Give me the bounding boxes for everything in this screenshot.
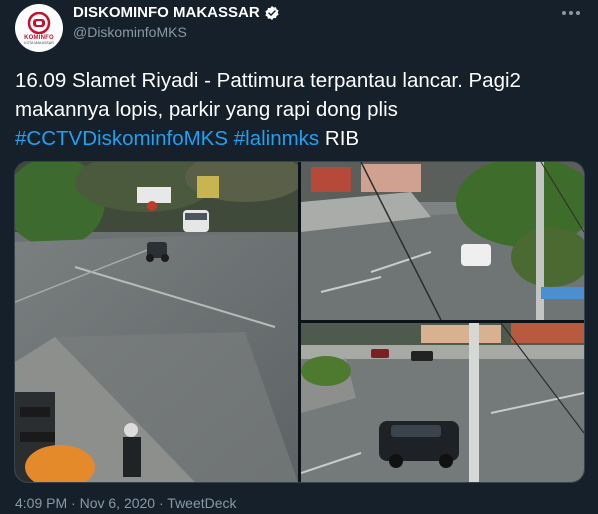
tweet-text-body: 16.09 Slamet Riyadi - Pattimura terpanta… bbox=[15, 69, 521, 121]
tweet-meta: 4:09 PM · Nov 6, 2020 · TweetDeck bbox=[15, 495, 237, 511]
hashtag-link[interactable]: #CCTVDiskominfoMKS bbox=[15, 127, 228, 150]
author-handle[interactable]: @DiskominfoMKS bbox=[73, 24, 280, 40]
more-options-icon[interactable] bbox=[560, 2, 582, 24]
media-grid bbox=[14, 161, 585, 483]
avatar[interactable]: KOMINFO KOTA MAKASSAR bbox=[15, 4, 63, 52]
cctv-photo-bottom-right[interactable] bbox=[301, 323, 584, 482]
meta-separator: · bbox=[67, 495, 80, 511]
meta-separator: · bbox=[155, 495, 168, 511]
cctv-photo-left[interactable] bbox=[15, 162, 298, 482]
verified-badge-icon bbox=[264, 5, 280, 21]
avatar-logo-subtext: KOTA MAKASSAR bbox=[24, 40, 54, 45]
tweet-text-suffix: RIB bbox=[324, 127, 360, 150]
tweet-card: KOMINFO KOTA MAKASSAR DISKOMINFO MAKASSA… bbox=[0, 0, 598, 514]
kominfo-logo-icon bbox=[24, 11, 54, 34]
tweet-date[interactable]: Nov 6, 2020 bbox=[80, 495, 156, 511]
display-name[interactable]: DISKOMINFO MAKASSAR bbox=[73, 4, 260, 21]
cctv-photo-top-right[interactable] bbox=[301, 162, 584, 320]
tweet-time[interactable]: 4:09 PM bbox=[15, 495, 67, 511]
tweet-text: 16.09 Slamet Riyadi - Pattimura terpanta… bbox=[15, 66, 585, 153]
tweet-source[interactable]: TweetDeck bbox=[167, 495, 236, 511]
author-names: DISKOMINFO MAKASSAR @DiskominfoMKS bbox=[73, 4, 280, 40]
hashtag-link[interactable]: #lalinmks bbox=[234, 127, 319, 150]
